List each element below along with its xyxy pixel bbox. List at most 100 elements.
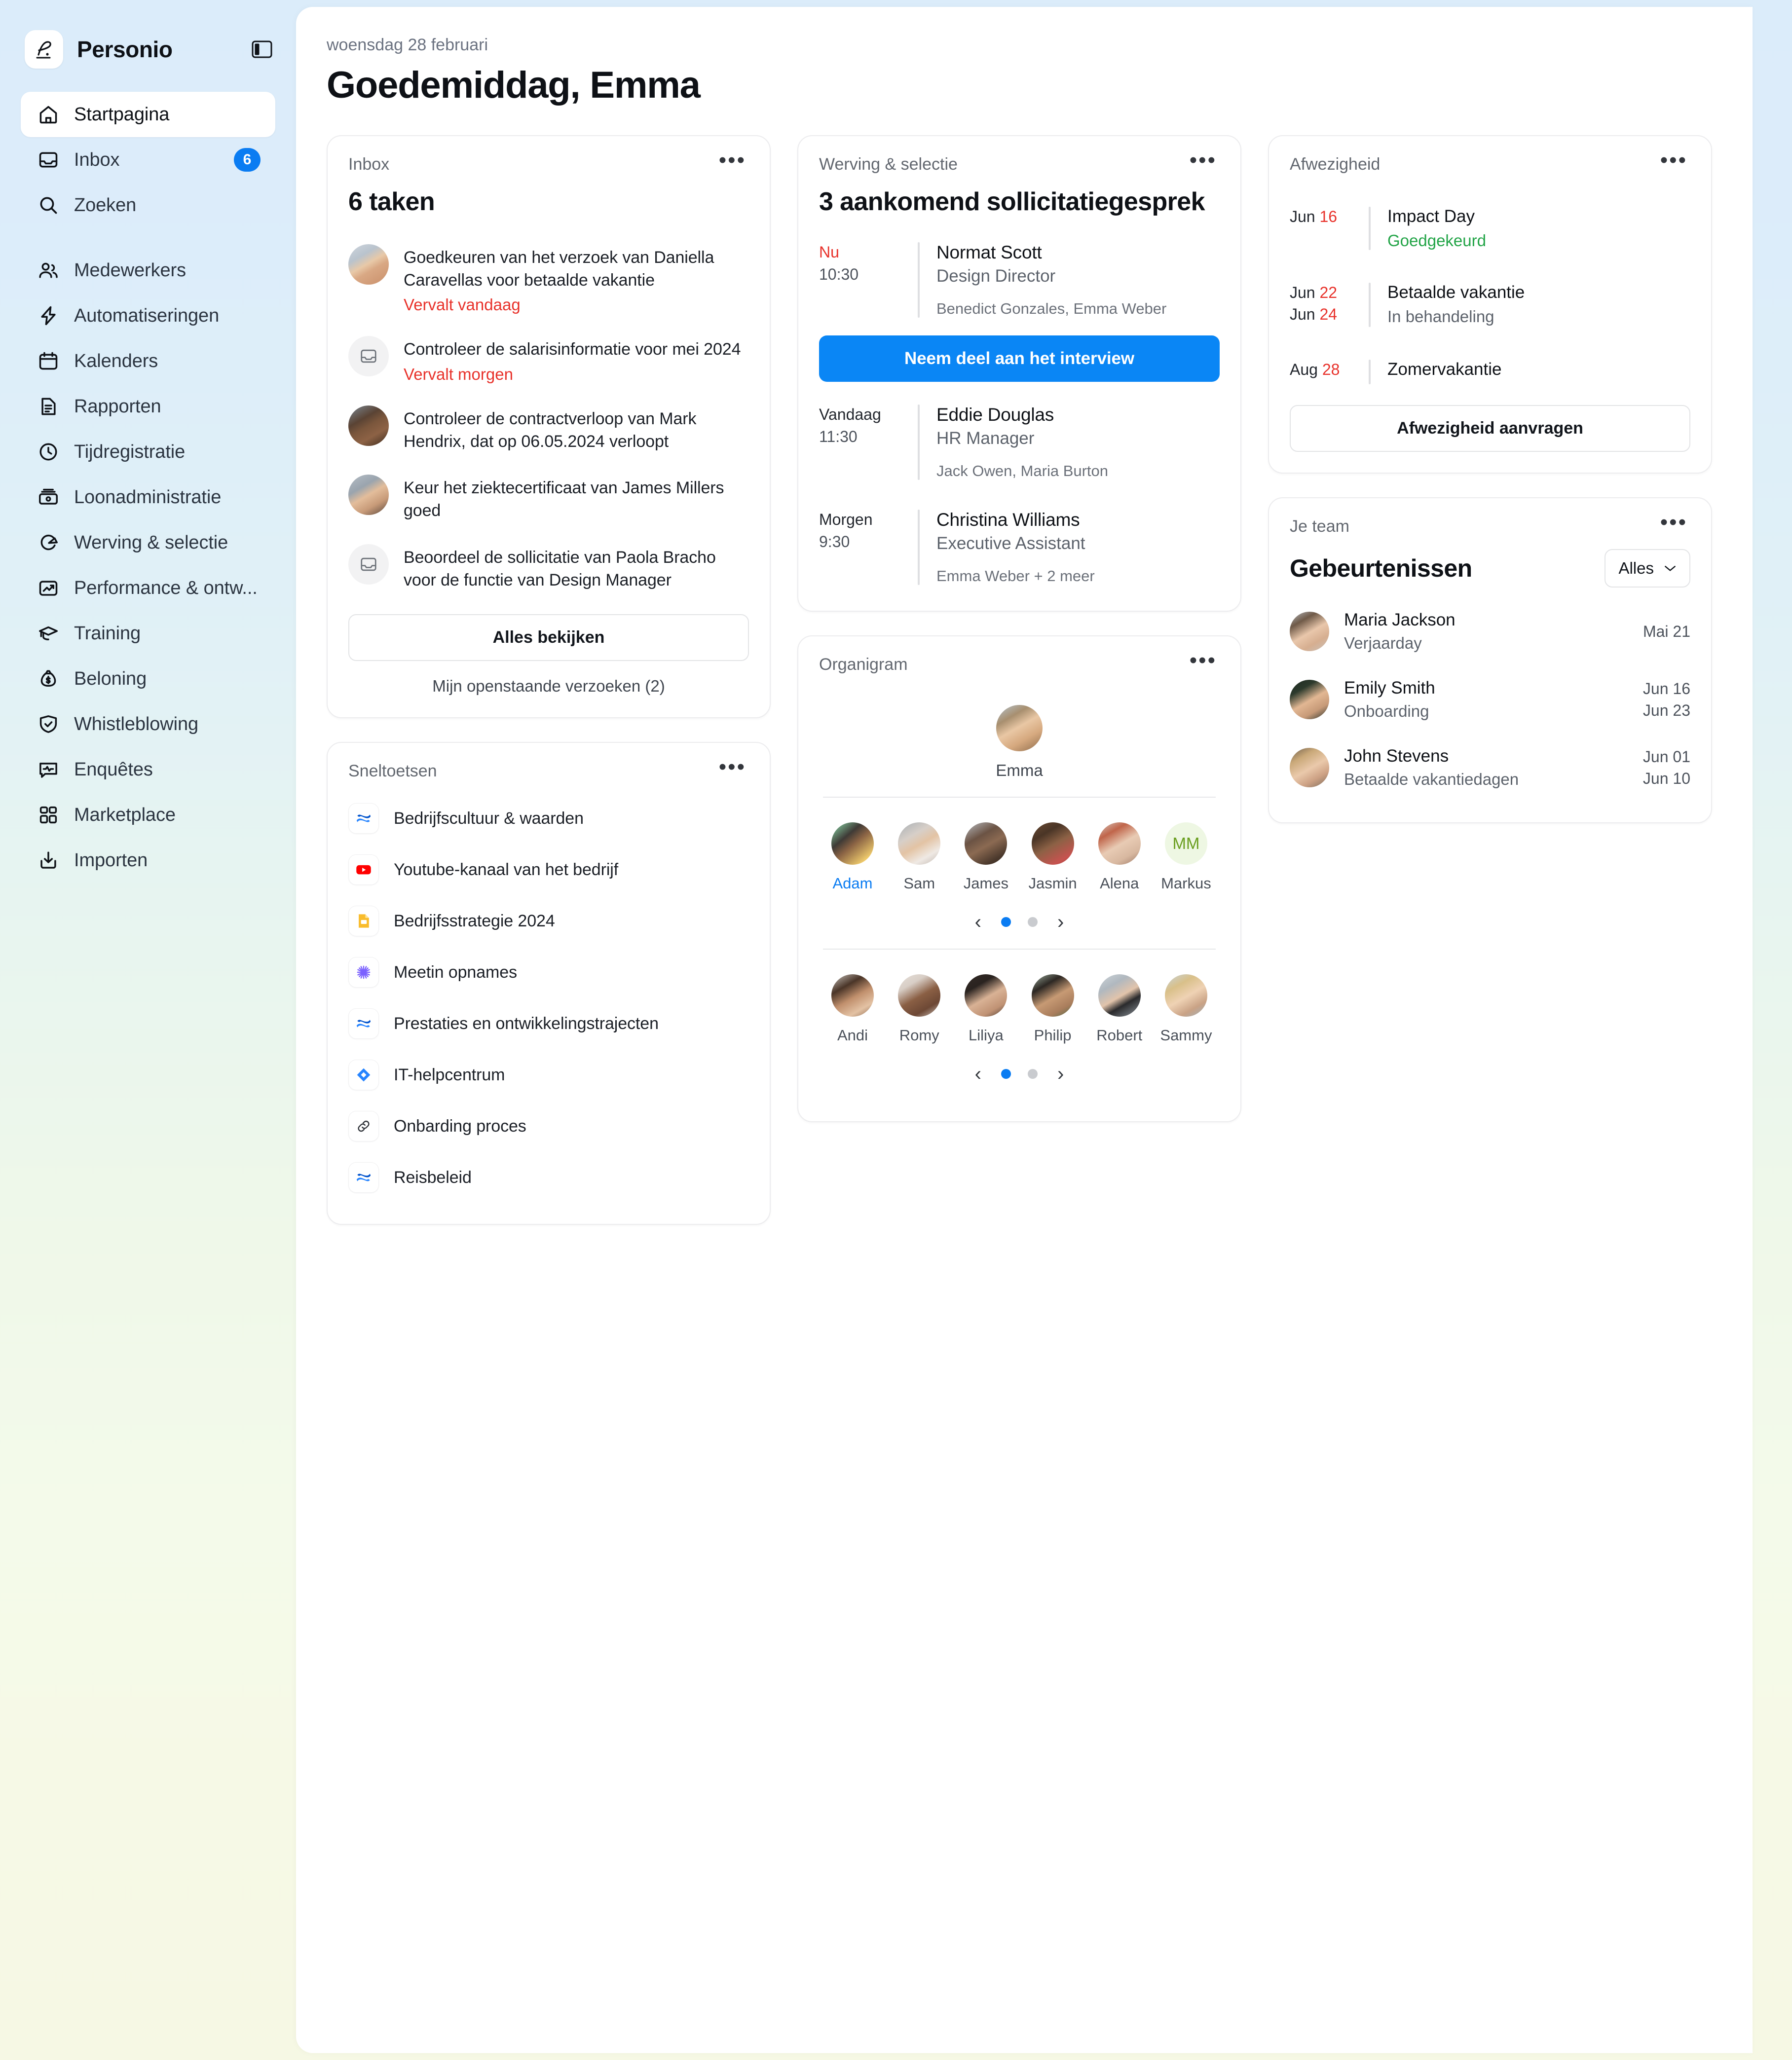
task-row[interactable]: Controleer de salarisinformatie voor mei… <box>348 326 749 395</box>
org-row-level-1: Adam Sam James Jasmin Alena MM Markus <box>819 798 1220 892</box>
shortcut-label: Meetin opnames <box>394 962 517 982</box>
users-icon <box>36 258 61 283</box>
join-interview-button[interactable]: Neem deel aan het interview <box>819 335 1220 382</box>
sidebar-item-marketplace[interactable]: Marketplace <box>21 792 275 838</box>
chevron-left-icon[interactable]: ‹ <box>972 1064 984 1084</box>
shortcut-item[interactable]: IT-helpcentrum <box>348 1049 749 1101</box>
column-left: Inbox ••• 6 taken Goedkeuren van het ver… <box>327 135 771 1225</box>
sidebar-item-beloning[interactable]: Beloning <box>21 656 275 701</box>
org-person[interactable]: Robert <box>1089 974 1150 1044</box>
org-person[interactable]: Andi <box>822 974 883 1044</box>
org-person[interactable]: James <box>955 822 1016 892</box>
sidebar-item-loonadministratie[interactable]: Loonadministratie <box>21 475 275 520</box>
sidebar-item-werving-selectie[interactable]: Werving & selectie <box>21 520 275 565</box>
chevron-right-icon[interactable]: › <box>1054 912 1067 932</box>
request-absence-button[interactable]: Afwezigheid aanvragen <box>1290 405 1690 452</box>
sidebar-toggle-icon[interactable] <box>249 36 275 63</box>
task-row[interactable]: Goedkeuren van het verzoek van Daniella … <box>348 234 749 326</box>
org-person[interactable]: Adam <box>822 822 883 892</box>
absence-card: Afwezigheid ••• Jun 16 Impact Day Goedge… <box>1268 135 1712 474</box>
sidebar-item-rapporten[interactable]: Rapporten <box>21 384 275 429</box>
avatar <box>1098 974 1141 1017</box>
card-eyebrow: Organigram <box>819 655 908 674</box>
sidebar-item-startpagina[interactable]: Startpagina <box>21 92 275 137</box>
avatar <box>965 822 1008 865</box>
status-badge: In behandeling <box>1387 307 1494 326</box>
card-header: Sneltoetsen ••• <box>348 756 749 781</box>
sidebar-item-importen[interactable]: Importen <box>21 838 275 883</box>
shortcut-item[interactable]: Meetin opnames <box>348 947 749 998</box>
sidebar-item-enquetes[interactable]: Enquêtes <box>21 747 275 792</box>
kebab-menu-icon[interactable]: ••• <box>1657 512 1690 533</box>
sidebar-item-training[interactable]: Training <box>21 611 275 656</box>
timeline-rail <box>918 242 920 318</box>
interview-row[interactable]: Morgen 9:30 Christina Williams Executive… <box>819 502 1220 590</box>
avatar <box>898 974 941 1017</box>
avatar <box>1290 612 1329 651</box>
carousel-dot-1[interactable] <box>1001 917 1011 927</box>
absence-row[interactable]: Aug 28 Zomervakantie <box>1290 349 1690 394</box>
kebab-menu-icon[interactable]: ••• <box>1187 650 1220 671</box>
carousel-dot-2[interactable] <box>1028 917 1038 927</box>
absence-row[interactable]: Jun 16 Impact Day Goedgekeurd <box>1290 196 1690 260</box>
money-bag-icon <box>36 666 61 692</box>
shortcut-item[interactable]: Bedrijfscultuur & waarden <box>348 793 749 844</box>
chevron-left-icon[interactable]: ‹ <box>972 912 984 932</box>
task-row[interactable]: Keur het ziektecertificaat van James Mil… <box>348 465 749 534</box>
event-row[interactable]: Maria Jackson Verjaarday Mai 21 <box>1290 597 1690 665</box>
sidebar-item-label: Marketplace <box>74 804 176 825</box>
sidebar-item-zoeken[interactable]: Zoeken <box>21 183 275 228</box>
event-person-name: John Stevens <box>1344 746 1449 766</box>
events-filter-select[interactable]: Alles <box>1605 549 1690 588</box>
org-root-node[interactable]: Emma <box>819 679 1220 797</box>
org-person[interactable]: Alena <box>1089 822 1150 892</box>
sidebar-item-performance[interactable]: Performance & ontw... <box>21 565 275 611</box>
kebab-menu-icon[interactable]: ••• <box>716 149 749 171</box>
chevron-right-icon[interactable]: › <box>1054 1064 1067 1084</box>
org-person-name: Markus <box>1161 875 1211 892</box>
card-header: Afwezigheid ••• <box>1290 149 1690 174</box>
task-row[interactable]: Beoordeel de sollicitatie van Paola Brac… <box>348 534 749 603</box>
shortcut-item[interactable]: Youtube-kanaal van het bedrijf <box>348 844 749 895</box>
event-row[interactable]: Emily Smith Onboarding Jun 16 Jun 23 <box>1290 665 1690 734</box>
org-person[interactable]: Jasmin <box>1022 822 1083 892</box>
task-text: Controleer de salarisinformatie voor mei… <box>404 340 741 359</box>
sidebar-item-tijdregistratie[interactable]: Tijdregistratie <box>21 429 275 475</box>
kebab-menu-icon[interactable]: ••• <box>716 756 749 778</box>
org-person[interactable]: MM Markus <box>1156 822 1217 892</box>
sidebar-item-medewerkers[interactable]: Medewerkers <box>21 248 275 293</box>
shortcut-item[interactable]: Reisbeleid <box>348 1152 749 1203</box>
kebab-menu-icon[interactable]: ••• <box>1187 149 1220 171</box>
org-carousel-level-2: ‹ › <box>819 1044 1220 1101</box>
card-eyebrow: Inbox <box>348 155 390 174</box>
org-person[interactable]: Sammy <box>1156 974 1217 1044</box>
personio-logo-icon[interactable] <box>25 30 63 69</box>
absence-date-1: Jun 22 <box>1290 284 1338 301</box>
sidebar-item-inbox[interactable]: Inbox 6 <box>21 137 275 183</box>
shortcut-item[interactable]: Bedrijfsstrategie 2024 <box>348 895 749 947</box>
sidebar-item-label: Beloning <box>74 668 147 689</box>
task-row[interactable]: Controleer de contractverloop van Mark H… <box>348 396 749 465</box>
open-requests-link[interactable]: Mijn openstaande verzoeken (2) <box>348 661 749 697</box>
inbox-card: Inbox ••• 6 taken Goedkeuren van het ver… <box>327 135 771 719</box>
kebab-menu-icon[interactable]: ••• <box>1657 149 1690 171</box>
shortcut-item[interactable]: Onbarding proces <box>348 1101 749 1152</box>
org-person[interactable]: Romy <box>889 974 950 1044</box>
view-all-button[interactable]: Alles bekijken <box>348 614 749 662</box>
document-icon <box>36 394 61 419</box>
carousel-dot-2[interactable] <box>1028 1069 1038 1079</box>
event-row[interactable]: John Stevens Betaalde vakantiedagen Jun … <box>1290 734 1690 802</box>
task-due-label: Vervalt morgen <box>404 365 513 383</box>
org-person[interactable]: Philip <box>1022 974 1083 1044</box>
absence-row[interactable]: Jun 22 Jun 24 Betaalde vakantie In behan… <box>1290 272 1690 337</box>
org-person[interactable]: Liliya <box>955 974 1016 1044</box>
carousel-dot-1[interactable] <box>1001 1069 1011 1079</box>
interview-row[interactable]: Vandaag 11:30 Eddie Douglas HR Manager J… <box>819 397 1220 485</box>
candidate-role: Executive Assistant <box>936 534 1085 553</box>
org-person[interactable]: Sam <box>889 822 950 892</box>
sidebar-item-kalenders[interactable]: Kalenders <box>21 338 275 384</box>
interview-row[interactable]: Nu 10:30 Normat Scott Design Director Be… <box>819 234 1220 323</box>
sidebar-item-automatiseringen[interactable]: Automatiseringen <box>21 293 275 338</box>
sidebar-item-whistleblowing[interactable]: Whistleblowing <box>21 701 275 747</box>
shortcut-item[interactable]: Prestaties en ontwikkelingstrajecten <box>348 998 749 1049</box>
